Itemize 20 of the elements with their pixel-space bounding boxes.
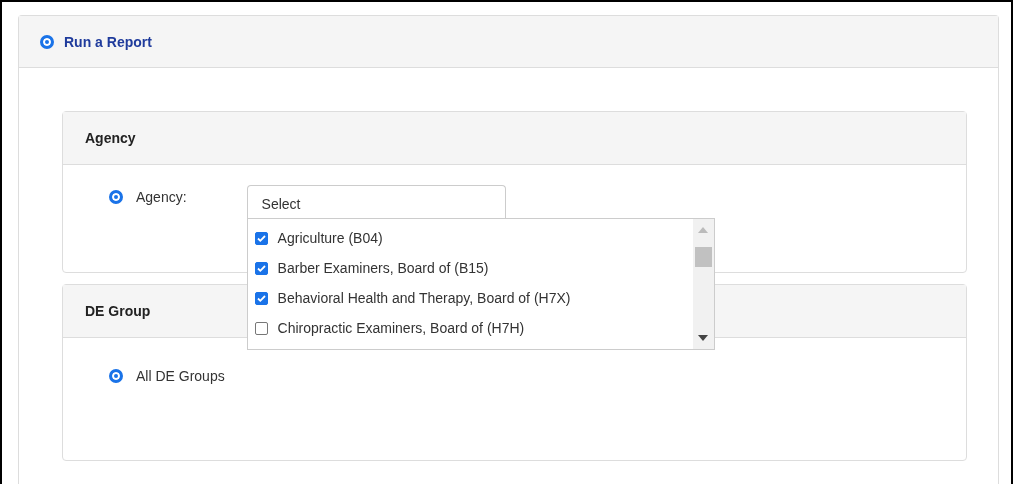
radio-button[interactable] xyxy=(109,190,123,204)
dropdown-item[interactable]: Chiropractic Examiners, Board of (H7H) xyxy=(247,313,693,343)
checkbox[interactable] xyxy=(254,321,268,335)
dropdown-item[interactable]: Behavioral Health and Therapy, Board of (H7X) xyxy=(247,283,693,313)
dropdown-item[interactable]: Barber Examiners, Board of (B15) xyxy=(247,253,693,283)
checkbox[interactable] xyxy=(254,261,268,275)
scrollbar[interactable] xyxy=(692,219,714,349)
panel-title: DE Group xyxy=(85,303,151,319)
scroll-thumb[interactable] xyxy=(694,247,712,267)
panel-title: Agency xyxy=(85,130,136,146)
scroll-down-icon[interactable] xyxy=(697,335,708,341)
checkbox[interactable] xyxy=(254,291,268,305)
radio-label: All DE Groups xyxy=(136,368,225,384)
radio-button[interactable] xyxy=(40,34,54,49)
dropdown-item[interactable]: Agriculture (B04) xyxy=(247,223,693,253)
radio-button[interactable] xyxy=(109,369,123,383)
radio-label: Agency: xyxy=(136,189,187,205)
select-field[interactable]: Select xyxy=(246,185,506,218)
card-title: Run a Report xyxy=(64,33,152,50)
checkbox[interactable] xyxy=(254,231,268,245)
